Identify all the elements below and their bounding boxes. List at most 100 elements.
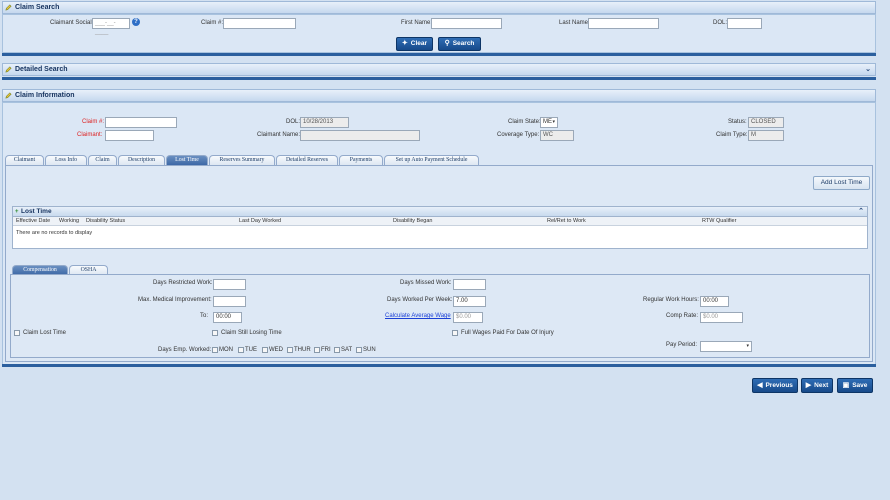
claimant-label: Claimant: xyxy=(77,132,103,138)
max-medical-label: Max. Medical Improvement: xyxy=(138,297,212,303)
claim-information-header[interactable]: Claim Information xyxy=(2,89,876,102)
coverage-type-field: WC xyxy=(540,130,574,141)
col-rtw-qualifier[interactable]: RTW Qualifier xyxy=(702,218,736,224)
col-rel-ret-to-work[interactable]: Rel/Ret to Work xyxy=(547,218,586,224)
pay-period-select[interactable]: ▾ xyxy=(700,341,752,352)
sat-checkbox[interactable] xyxy=(334,347,340,353)
claim-state-select[interactable]: ME ▾ xyxy=(540,117,558,128)
to-label: To: xyxy=(200,313,209,319)
claim-number-input[interactable] xyxy=(105,117,177,128)
tab-reserves-summary[interactable]: Reserves Summary xyxy=(209,155,275,165)
regular-hours-input[interactable]: 00:00 xyxy=(700,296,729,307)
search-button-label: Search xyxy=(452,40,475,47)
mon-checkbox[interactable] xyxy=(212,347,218,353)
lost-time-grid-header: + Lost Time ⌃ xyxy=(13,207,867,217)
tab-loss-info[interactable]: Loss Info xyxy=(45,155,87,165)
pencil-icon xyxy=(5,4,12,11)
claim-still-losing-checkbox[interactable] xyxy=(212,330,218,336)
add-lost-time-button[interactable]: Add Lost Time xyxy=(813,176,870,190)
tab-detailed-reserves[interactable]: Detailed Reserves xyxy=(276,155,338,165)
claimant-name-label: Claimant Name: xyxy=(257,132,301,138)
wed-checkbox[interactable] xyxy=(262,347,268,353)
claimant-social-label: Claimant Social: xyxy=(50,20,94,26)
pay-period-label: Pay Period: xyxy=(666,342,698,348)
max-medical-input[interactable] xyxy=(213,296,246,307)
full-wages-checkbox[interactable] xyxy=(452,330,458,336)
coverage-type-label: Coverage Type: xyxy=(497,132,540,138)
col-disability-status[interactable]: Disability Status xyxy=(86,218,125,224)
days-worked-label: Days Worked Per Week: xyxy=(387,297,453,303)
col-working[interactable]: Working xyxy=(59,218,79,224)
clear-button[interactable]: ✦ Clear xyxy=(396,37,433,51)
thur-label: THUR xyxy=(294,347,311,353)
first-name-input[interactable] xyxy=(431,18,502,29)
claim-number-input[interactable] xyxy=(223,18,296,29)
tab-claimant[interactable]: Claimant xyxy=(5,155,44,165)
to-input[interactable]: 00:00 xyxy=(213,312,242,323)
detailed-search-header[interactable]: Detailed Search ⌄ xyxy=(2,63,876,76)
claim-state-label: Claim State: xyxy=(508,119,541,125)
days-restricted-input[interactable] xyxy=(213,279,246,290)
status-label: Status: xyxy=(728,119,747,125)
lost-time-grid-title: Lost Time xyxy=(21,208,52,215)
dol-label: DOL: xyxy=(286,119,301,125)
claimant-name-field xyxy=(300,130,420,141)
detailed-search-title: Detailed Search xyxy=(15,66,68,73)
days-missed-input[interactable] xyxy=(453,279,486,290)
grid-column-headers: Effective Date Working Disability Status… xyxy=(13,217,867,226)
sun-checkbox[interactable] xyxy=(356,347,362,353)
tab-lost-time[interactable]: Lost Time xyxy=(166,155,208,165)
tue-label: TUE xyxy=(245,347,257,353)
tab-auto-payment-schedule[interactable]: Set up Auto Payment Schedule xyxy=(384,155,479,165)
fri-checkbox[interactable] xyxy=(314,347,320,353)
tab-description[interactable]: Description xyxy=(118,155,165,165)
previous-button-label: Previous xyxy=(765,382,793,389)
compensation-panel: Days Restricted Work: Max. Medical Impro… xyxy=(10,274,870,358)
sat-label: SAT xyxy=(341,347,353,353)
next-button-label: Next xyxy=(814,382,829,389)
claim-type-label: Claim Type: xyxy=(716,132,748,138)
col-last-day-worked[interactable]: Last Day Worked xyxy=(239,218,281,224)
arrow-left-icon: ◀ xyxy=(757,382,763,389)
dol-field: 10/28/2013 xyxy=(300,117,349,128)
tab-claim[interactable]: Claim xyxy=(88,155,117,165)
previous-button[interactable]: ◀ Previous xyxy=(752,378,798,393)
claimant-input[interactable] xyxy=(105,130,154,141)
claim-information-panel: Claim #: Claimant: DOL: 10/28/2013 Claim… xyxy=(2,102,876,365)
help-icon[interactable]: ? xyxy=(132,18,140,26)
chevron-up-icon[interactable]: ⌃ xyxy=(858,207,864,217)
last-name-input[interactable] xyxy=(588,18,659,29)
claimant-social-input[interactable]: ___-__-____ xyxy=(92,18,130,35)
comp-rate-field[interactable]: $0.00 xyxy=(700,312,743,323)
save-button[interactable]: ▣ Save xyxy=(837,378,873,393)
days-emp-worked-label: Days Emp. Worked: xyxy=(158,347,212,353)
dol-search-label: DOL: xyxy=(713,20,728,26)
dol-search-input[interactable] xyxy=(727,18,762,29)
chevron-down-icon[interactable]: ⌄ xyxy=(865,64,871,76)
lost-time-grid: + Lost Time ⌃ Effective Date Working Dis… xyxy=(12,206,868,249)
first-name-label: First Name: xyxy=(401,20,433,26)
tue-checkbox[interactable] xyxy=(238,347,244,353)
separator xyxy=(2,77,876,80)
claim-still-losing-label: Claim Still Losing Time xyxy=(221,330,282,336)
col-disability-began[interactable]: Disability Began xyxy=(393,218,432,224)
days-worked-input[interactable]: 7.00 xyxy=(453,296,486,307)
separator xyxy=(2,53,876,56)
pencil-icon xyxy=(5,66,12,73)
status-field: CLOSED xyxy=(748,117,784,128)
claim-search-header[interactable]: Claim Search xyxy=(2,1,876,14)
col-effective-date[interactable]: Effective Date xyxy=(16,218,50,224)
thur-checkbox[interactable] xyxy=(287,347,293,353)
next-button[interactable]: ▶ Next xyxy=(801,378,833,393)
calculate-average-wage-link[interactable]: Calculate Average Wage xyxy=(385,313,451,319)
tab-payments[interactable]: Payments xyxy=(339,155,383,165)
search-button[interactable]: ⚲ Search xyxy=(438,37,481,51)
regular-hours-label: Regular Work Hours: xyxy=(643,297,699,303)
wed-label: WED xyxy=(269,347,283,353)
claim-state-value: ME xyxy=(543,119,552,125)
full-wages-label: Full Wages Paid For Date Of Injury xyxy=(461,330,554,336)
sun-label: SUN xyxy=(363,347,376,353)
claim-lost-time-checkbox[interactable] xyxy=(14,330,20,336)
average-wage-field[interactable]: $0.00 xyxy=(453,312,483,323)
clear-icon: ✦ xyxy=(401,40,408,47)
